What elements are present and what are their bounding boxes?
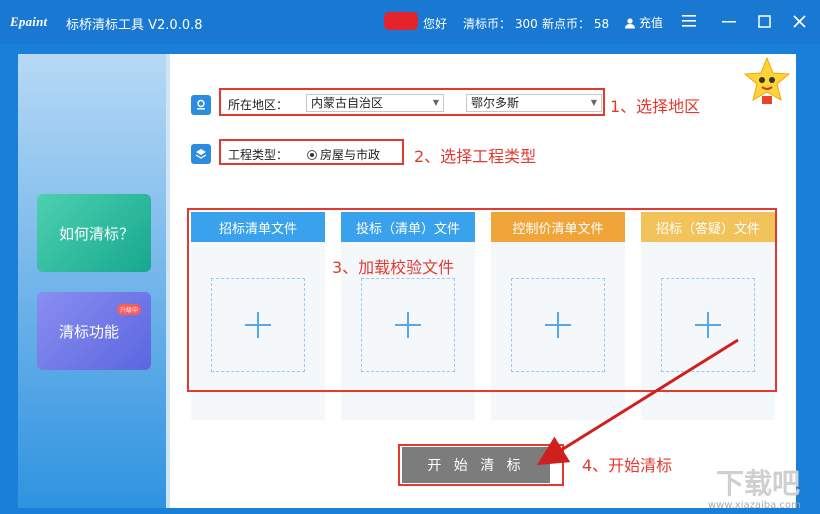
annotation-arrow <box>536 338 739 466</box>
watermark-logo: 下载吧 www.xiazaiba.com <box>708 467 801 511</box>
